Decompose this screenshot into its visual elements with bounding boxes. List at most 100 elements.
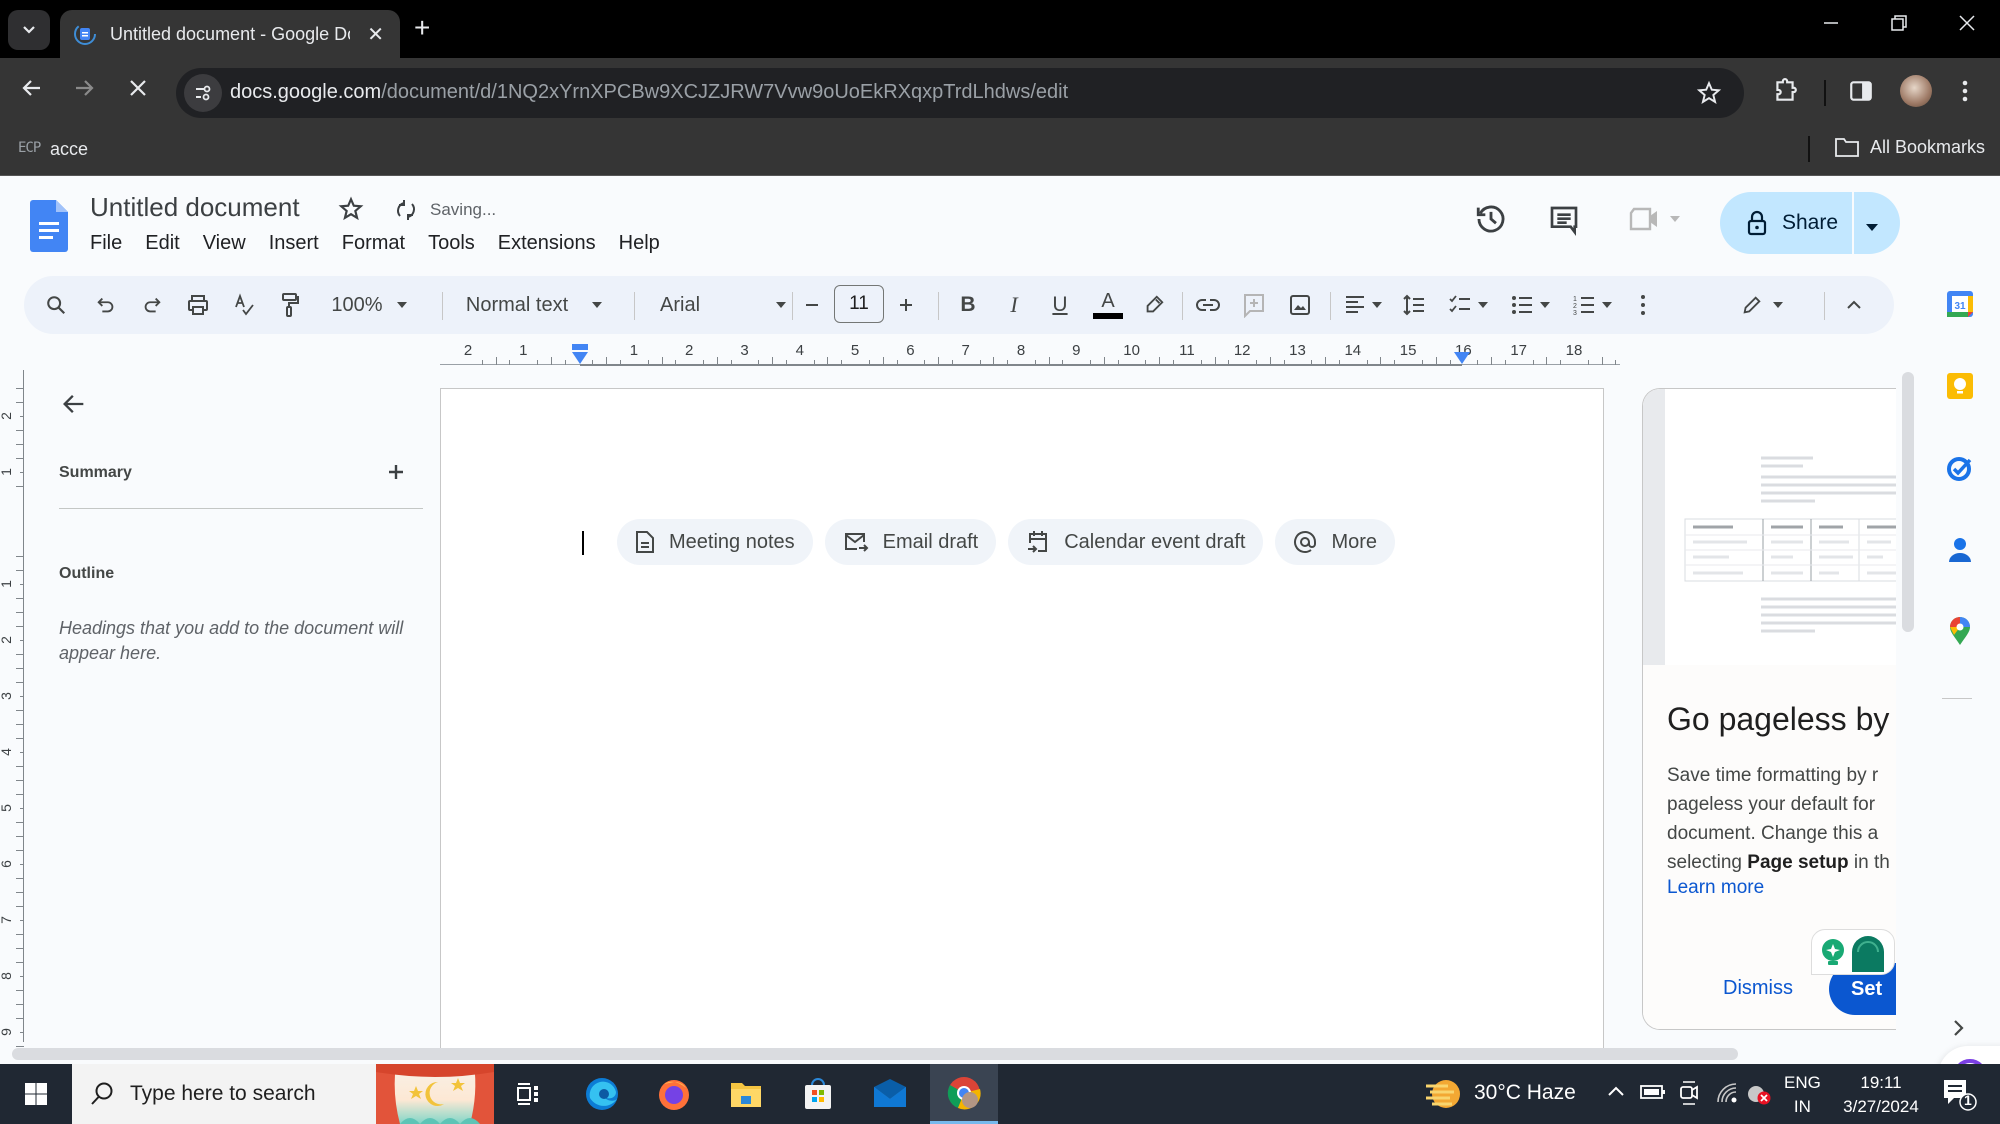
increase-font-size-button[interactable] — [888, 276, 924, 334]
menu-file[interactable]: File — [90, 232, 122, 255]
vertical-ruler[interactable]: 2 1 1 2 3 4 5 6 7 8 9 — [0, 370, 24, 1047]
tab-close-icon[interactable]: ✕ — [367, 22, 384, 47]
stop-loading-button[interactable] — [126, 76, 150, 100]
document-title[interactable]: Untitled document — [90, 192, 300, 223]
insert-image-button[interactable] — [1282, 276, 1318, 334]
close-outline-button[interactable] — [60, 390, 88, 418]
edge-taskbar-button[interactable] — [570, 1064, 634, 1124]
all-bookmarks-button[interactable]: All Bookmarks — [1834, 136, 1985, 158]
weather-text[interactable]: 30°C Haze — [1474, 1081, 1576, 1105]
microsoft-store-taskbar-button[interactable] — [786, 1064, 850, 1124]
editing-mode-button[interactable] — [1734, 276, 1790, 334]
search-menus-button[interactable] — [38, 276, 74, 334]
zoom-select[interactable]: 100% — [324, 276, 414, 334]
side-panel-button[interactable] — [1848, 78, 1874, 104]
keep-app-button[interactable] — [1946, 372, 1974, 400]
chip-more[interactable]: More — [1275, 519, 1396, 565]
horizontal-ruler[interactable]: 2 1 1 2 3 4 5 6 7 8 9 10 11 12 13 14 15 16 17 18 — [440, 336, 1620, 370]
calendar-app-button[interactable]: 31 — [1946, 290, 1974, 318]
expand-side-panel-button[interactable] — [1952, 1018, 1966, 1038]
task-view-button[interactable] — [496, 1064, 560, 1124]
version-history-button[interactable] — [1474, 202, 1508, 236]
chip-meeting-notes[interactable]: Meeting notes — [617, 519, 813, 565]
menu-view[interactable]: View — [203, 232, 246, 255]
profile-avatar[interactable] — [1900, 75, 1932, 107]
menu-help[interactable]: Help — [619, 232, 660, 255]
menu-insert[interactable]: Insert — [269, 232, 319, 255]
chrome-menu-button[interactable] — [1960, 78, 1970, 104]
site-info-button[interactable] — [184, 74, 222, 112]
right-indent-handle[interactable] — [1454, 352, 1470, 364]
underline-button[interactable]: U — [1042, 276, 1078, 334]
show-hidden-icons-button[interactable] — [1606, 1084, 1626, 1098]
notification-center-button[interactable]: 1 — [1940, 1076, 1978, 1114]
bulleted-list-button[interactable] — [1504, 276, 1556, 334]
mail-taskbar-button[interactable] — [858, 1064, 922, 1124]
align-button[interactable] — [1338, 276, 1388, 334]
first-line-indent-handle[interactable] — [572, 344, 588, 350]
start-button[interactable] — [0, 1064, 72, 1124]
share-button[interactable]: Share — [1720, 192, 1852, 254]
font-size-input[interactable]: 11 — [834, 285, 884, 323]
docs-home-logo[interactable] — [30, 200, 68, 252]
star-document-button[interactable] — [338, 196, 364, 222]
bookmark-star-button[interactable] — [1696, 80, 1722, 106]
italic-button[interactable]: I — [996, 276, 1032, 334]
horizontal-scrollbar[interactable] — [12, 1048, 1738, 1060]
chip-email-draft[interactable]: Email draft — [824, 519, 997, 565]
search-highlight-widget[interactable] — [376, 1064, 494, 1124]
weather-icon[interactable] — [1424, 1076, 1464, 1112]
vertical-scrollbar[interactable] — [1902, 372, 1914, 632]
firefox-taskbar-button[interactable] — [642, 1064, 706, 1124]
bookmark-item[interactable]: acce — [50, 139, 88, 160]
dismiss-button[interactable]: Dismiss — [1723, 977, 1793, 1000]
undo-button[interactable] — [88, 276, 124, 334]
decrease-font-size-button[interactable] — [794, 276, 830, 334]
camera-status-icon[interactable] — [1678, 1079, 1700, 1107]
checklist-button[interactable] — [1442, 276, 1494, 334]
taskbar-search-box[interactable]: Type here to search — [72, 1064, 376, 1124]
battery-icon[interactable] — [1640, 1084, 1666, 1100]
more-tools-button[interactable] — [1628, 276, 1658, 334]
chrome-taskbar-button[interactable] — [930, 1064, 998, 1124]
paragraph-style-select[interactable]: Normal text — [454, 276, 614, 334]
input-language-indicator[interactable]: ENG IN — [1784, 1071, 1821, 1119]
add-comment-button[interactable] — [1236, 276, 1272, 334]
font-select[interactable]: Arial — [648, 276, 798, 334]
forward-button[interactable] — [72, 76, 96, 100]
bold-button[interactable]: B — [950, 276, 986, 334]
spellcheck-button[interactable] — [226, 276, 262, 334]
learn-more-link[interactable]: Learn more — [1667, 877, 1764, 899]
menu-edit[interactable]: Edit — [145, 232, 179, 255]
line-spacing-button[interactable] — [1396, 276, 1432, 334]
minimize-button[interactable] — [1822, 14, 1840, 32]
file-explorer-taskbar-button[interactable] — [714, 1064, 778, 1124]
extensions-button[interactable] — [1772, 78, 1798, 104]
tasks-app-button[interactable] — [1946, 454, 1974, 482]
highlight-color-button[interactable] — [1136, 276, 1172, 334]
maps-app-button[interactable] — [1948, 616, 1972, 646]
system-clock[interactable]: 19:11 3/27/2024 — [1836, 1071, 1926, 1119]
redo-button[interactable] — [134, 276, 170, 334]
menu-tools[interactable]: Tools — [428, 232, 475, 255]
address-bar[interactable]: docs.google.com/document/d/1NQ2xYrnXPCBw… — [176, 68, 1744, 118]
contacts-app-button[interactable] — [1947, 536, 1973, 564]
chip-calendar-event-draft[interactable]: Calendar event draft — [1008, 519, 1264, 565]
document-page[interactable]: Meeting notes Email draft Calendar event… — [440, 388, 1604, 1050]
tab-search-button[interactable] — [8, 10, 50, 50]
hide-menus-button[interactable] — [1836, 276, 1872, 334]
share-options-button[interactable] — [1866, 218, 1878, 236]
restore-button[interactable] — [1890, 14, 1908, 32]
close-window-button[interactable] — [1958, 14, 1976, 32]
menu-extensions[interactable]: Extensions — [498, 232, 596, 255]
comments-button[interactable] — [1548, 204, 1580, 236]
browser-tab-active[interactable]: Untitled document - Google Docs ✕ — [60, 10, 400, 58]
paint-format-button[interactable] — [272, 276, 308, 334]
add-summary-button[interactable] — [386, 462, 406, 482]
network-icon[interactable] — [1716, 1082, 1738, 1104]
new-tab-button[interactable]: + — [414, 14, 430, 42]
text-color-button[interactable]: A — [1088, 276, 1128, 334]
insert-link-button[interactable] — [1190, 276, 1226, 334]
print-button[interactable] — [180, 276, 216, 334]
back-button[interactable] — [20, 76, 44, 100]
